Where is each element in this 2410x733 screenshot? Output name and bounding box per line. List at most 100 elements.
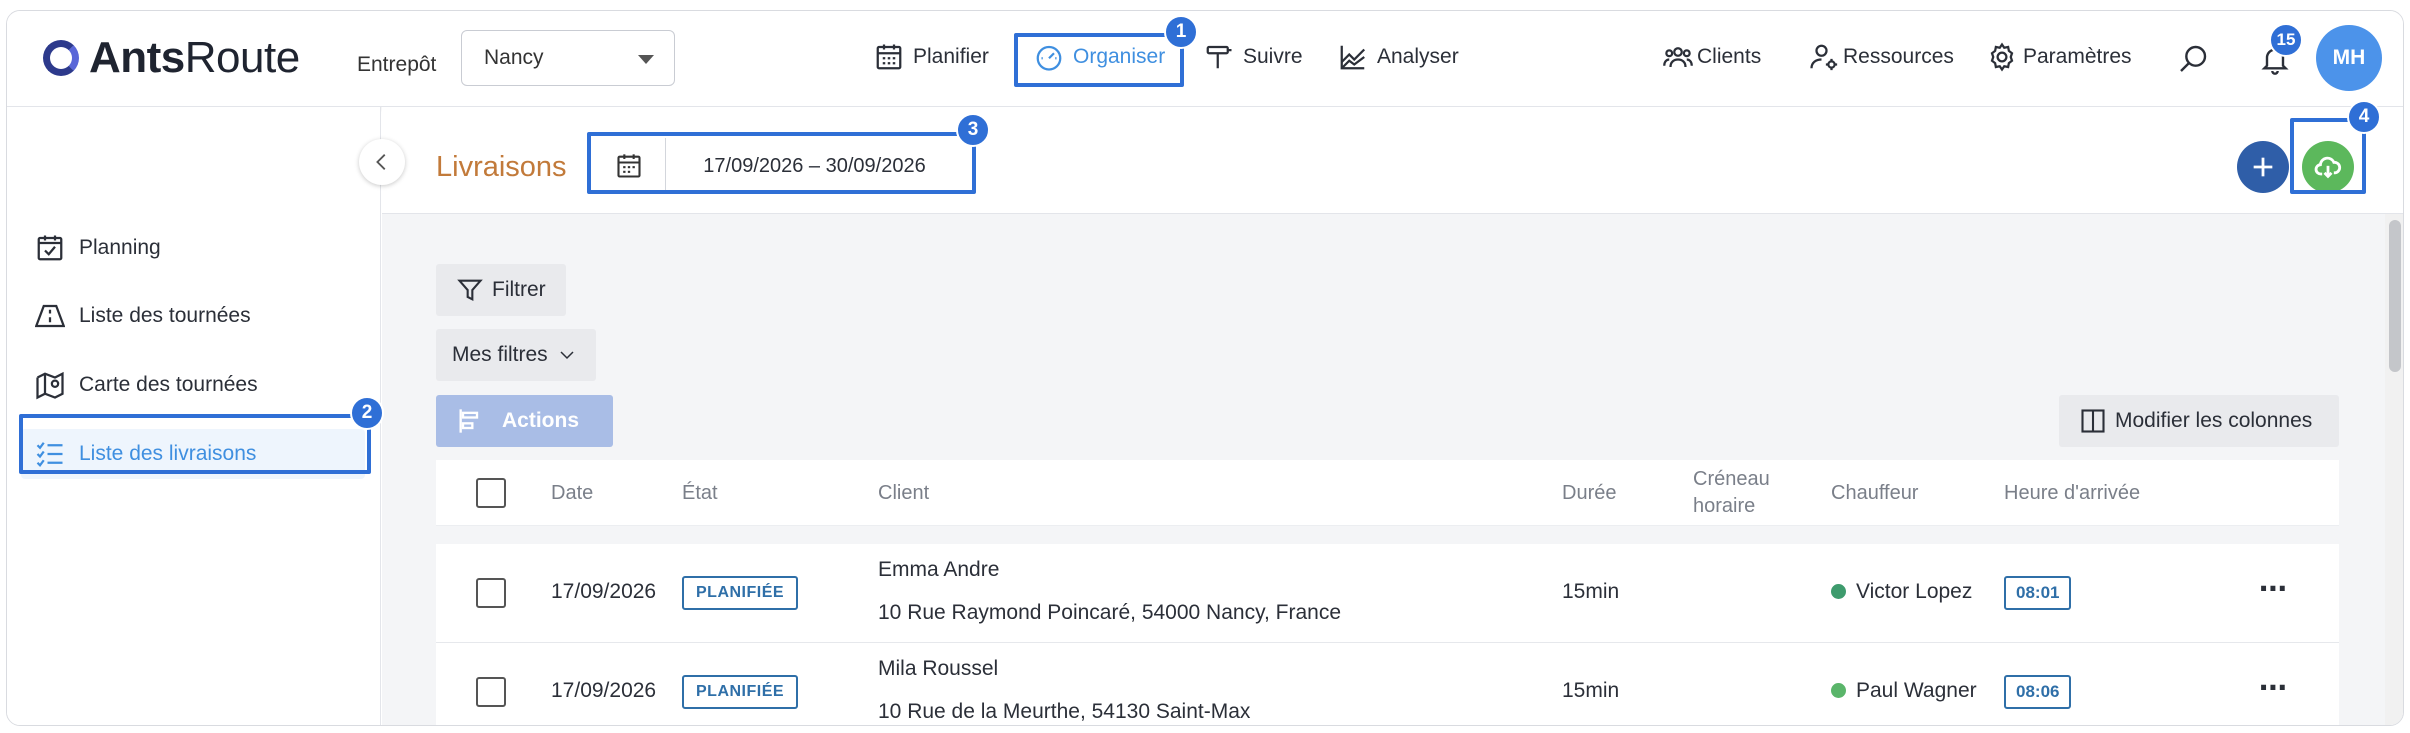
my-filters-label: Mes filtres (452, 343, 548, 366)
actions-button[interactable]: Actions (436, 395, 613, 447)
date-range-value: 17/09/2026 – 30/09/2026 (703, 154, 926, 177)
warehouse-label: Entrepôt (357, 53, 437, 76)
page-header: Livraisons 17/09/2026 – 30/09/2026 (382, 107, 2403, 214)
sidebar-item-label: Carte des tournées (79, 373, 258, 396)
columns-icon (2081, 409, 2105, 433)
sidebar: Planning Liste des tournées Carte des to… (7, 107, 381, 725)
driver-status-dot (1831, 584, 1846, 599)
row-client-address: 10 Rue de la Meurthe, 54130 Saint-Max (878, 700, 1251, 723)
logo-text-bold: Ants (89, 33, 185, 82)
filter-button-label: Filtrer (492, 278, 546, 301)
road-icon (35, 304, 65, 328)
row-date: 17/09/2026 (551, 580, 657, 603)
edit-columns-button[interactable]: Modifier les colonnes (2059, 395, 2339, 447)
content-area: Filtrer Mes filtres Actions Modifier les… (382, 214, 2403, 725)
align-bars-icon (459, 409, 479, 433)
row-arrival-time: 08:06 (2004, 675, 2072, 709)
row-driver-name: Paul Wagner (1856, 679, 1977, 702)
nav-clients-label: Clients (1697, 45, 1762, 68)
sidebar-item-planning[interactable]: Planning (21, 223, 365, 273)
column-header-date[interactable]: Date (551, 460, 593, 526)
column-header-chauffeur[interactable]: Chauffeur (1831, 460, 1918, 526)
gauge-icon (1036, 45, 1062, 71)
column-header-creneau[interactable]: Créneau horaire (1693, 460, 1770, 526)
nav-suivre[interactable]: Suivre (1194, 31, 1313, 83)
row-checkbox[interactable] (476, 578, 506, 608)
row-more-menu[interactable]: ⋯ (2259, 671, 2289, 704)
row-date: 17/09/2026 (551, 679, 657, 702)
nav-ressources[interactable]: Ressources (1799, 31, 1964, 83)
scrollbar[interactable] (2385, 214, 2403, 725)
top-bar: AntsRoute Entrepôt Nancy Planifier Organ… (7, 11, 2403, 107)
column-header-heure[interactable]: Heure d'arrivée (2004, 460, 2140, 526)
status-badge: PLANIFIÉE (682, 675, 799, 709)
annotation-badge-4: 4 (2347, 100, 2381, 134)
edit-columns-label: Modifier les colonnes (2115, 409, 2313, 432)
sidebar-item-label: Liste des livraisons (79, 442, 257, 465)
sidebar-collapse-button[interactable] (359, 139, 405, 185)
select-all-checkbox[interactable] (476, 478, 506, 508)
app-window: AntsRoute Entrepôt Nancy Planifier Organ… (6, 10, 2404, 726)
filter-button[interactable]: Filtrer (436, 264, 566, 316)
calendar-grid-icon (876, 44, 902, 70)
funnel-icon (457, 279, 483, 302)
deliveries-table: Date État Client Durée Créneau horaire C… (436, 460, 2339, 725)
users-icon (1663, 47, 1693, 68)
nav-planifier-label: Planifier (913, 45, 989, 68)
nav-planifier[interactable]: Planifier (864, 31, 999, 83)
checklist-icon (36, 442, 63, 467)
annotation-badge-3: 3 (956, 113, 990, 147)
row-checkbox[interactable] (476, 677, 506, 707)
table-row[interactable]: 17/09/2026 PLANIFIÉE Mila Roussel 10 Rue… (436, 643, 2339, 725)
row-duration: 15min (1562, 679, 1620, 702)
notifications-count-badge: 15 (2269, 23, 2303, 57)
nav-suivre-label: Suivre (1243, 45, 1303, 68)
add-button[interactable] (2237, 141, 2289, 193)
my-filters-dropdown[interactable]: Mes filtres (436, 329, 596, 381)
sidebar-item-liste-livraisons[interactable]: Liste des livraisons (21, 429, 365, 479)
search-button[interactable] (2177, 43, 2209, 80)
export-button[interactable] (2302, 141, 2354, 193)
chevron-left-icon (376, 154, 386, 170)
date-picker-button[interactable] (592, 138, 666, 194)
nav-parametres-label: Paramètres (2023, 45, 2132, 68)
row-arrival-time: 08:01 (2004, 576, 2072, 610)
chart-icon (1340, 45, 1366, 70)
signpost-icon (1206, 45, 1232, 69)
search-icon (2180, 45, 2207, 72)
row-client-address: 10 Rue Raymond Poincaré, 54000 Nancy, Fr… (878, 601, 1342, 624)
sidebar-item-label: Planning (79, 236, 161, 259)
row-more-menu[interactable]: ⋯ (2259, 572, 2289, 605)
logo[interactable]: AntsRoute (43, 33, 300, 83)
caret-down-icon (638, 55, 654, 64)
warehouse-value: Nancy (484, 46, 544, 69)
logo-text-light: Route (184, 33, 300, 82)
date-range-picker[interactable]: 17/09/2026 – 30/09/2026 (592, 138, 963, 194)
cloud-download-icon (2314, 156, 2342, 179)
nav-analyser[interactable]: Analyser (1328, 31, 1469, 83)
column-header-etat[interactable]: État (682, 460, 718, 526)
row-driver: Victor Lopez (1831, 580, 1972, 604)
annotation-badge-1: 1 (1164, 15, 1198, 49)
column-header-client[interactable]: Client (878, 460, 929, 526)
sidebar-item-carte-tournees[interactable]: Carte des tournées (21, 360, 365, 410)
nav-clients[interactable]: Clients (1653, 31, 1771, 83)
warehouse-select[interactable]: Nancy (461, 30, 675, 86)
actions-button-label: Actions (502, 409, 580, 432)
page-title: Livraisons (436, 151, 567, 183)
sidebar-item-label: Liste des tournées (79, 304, 251, 327)
row-driver: Paul Wagner (1831, 679, 1977, 703)
table-row[interactable]: 17/09/2026 PLANIFIÉE Emma Andre 10 Rue R… (436, 544, 2339, 643)
driver-status-dot (1831, 683, 1846, 698)
nav-organiser[interactable]: Organiser (1024, 31, 1175, 83)
sidebar-item-liste-tournees[interactable]: Liste des tournées (21, 291, 365, 341)
nav-parametres[interactable]: Paramètres (1977, 31, 2142, 83)
user-avatar[interactable]: MH (2316, 25, 2382, 91)
row-client-name: Mila Roussel (878, 657, 999, 680)
scrollbar-thumb[interactable] (2389, 220, 2401, 372)
logo-icon (43, 40, 79, 76)
map-pin-icon (36, 371, 64, 400)
column-header-duree[interactable]: Durée (1562, 460, 1616, 526)
table-header: Date État Client Durée Créneau horaire C… (436, 460, 2339, 526)
column-header-creneau-line1: Créneau (1693, 468, 1770, 490)
